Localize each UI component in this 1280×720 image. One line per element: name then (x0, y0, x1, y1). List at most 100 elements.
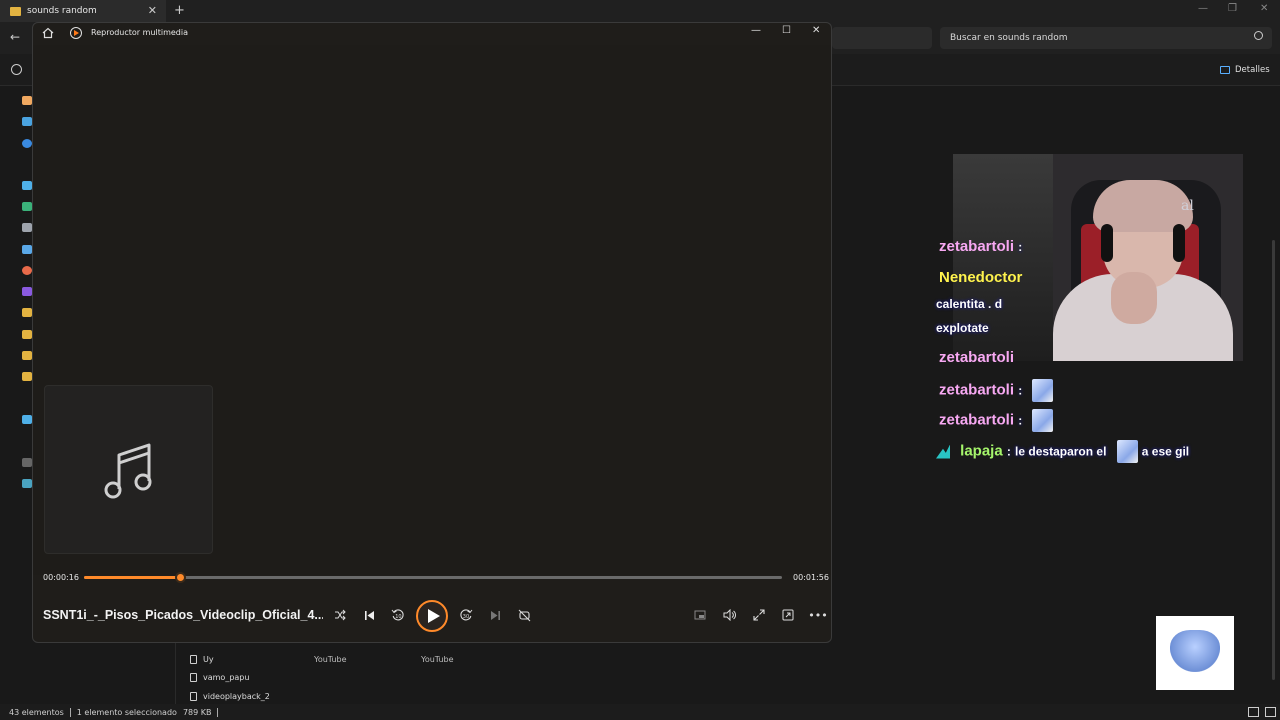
folder-icon[interactable] (22, 372, 32, 381)
documents-icon[interactable] (22, 223, 32, 232)
chat-username: lapaja (960, 442, 1003, 460)
close-tab-icon[interactable]: ✕ (148, 4, 157, 17)
file-icon (190, 672, 197, 682)
restore-icon[interactable]: ❐ (1228, 3, 1237, 14)
cast-icon[interactable] (779, 606, 797, 624)
pictures-icon[interactable] (22, 245, 32, 254)
tiles-view-icon[interactable] (1265, 707, 1276, 717)
app-title: Reproductor multimedia (91, 28, 188, 37)
explorer-tab-title: sounds random (27, 6, 97, 16)
folder-icon[interactable] (22, 308, 32, 317)
selection-size: 789 KB (182, 707, 212, 717)
folder-icon[interactable] (22, 351, 32, 360)
repeat-off-icon[interactable] (515, 606, 533, 624)
vertical-scrollbar[interactable] (1272, 240, 1275, 680)
home-icon[interactable] (22, 96, 32, 105)
album-art-placeholder (44, 385, 213, 554)
new-tab-button[interactable]: + (174, 3, 185, 18)
list-item[interactable]: videoplayback_2 (190, 687, 270, 705)
address-path[interactable] (832, 27, 932, 49)
home-icon[interactable] (42, 27, 54, 39)
chat-text: a ese gil (1141, 444, 1190, 459)
previous-icon[interactable] (360, 606, 378, 624)
next-icon[interactable] (486, 606, 504, 624)
file-icon (190, 654, 197, 664)
miniplayer-icon[interactable] (691, 606, 709, 624)
chat-emote (1116, 440, 1138, 463)
music-icon[interactable] (22, 266, 32, 275)
media-player-window: Reproductor multimedia — ☐ ✕ 00:00:16 00… (32, 22, 832, 643)
list-item[interactable]: vamo_papu (190, 668, 249, 686)
maximize-icon[interactable]: ☐ (782, 25, 791, 36)
chat-message: zetabartoli : (939, 409, 1054, 432)
minimize-icon[interactable]: — (751, 25, 761, 36)
selection-info: 1 elemento seleccionado (76, 707, 177, 717)
folder-icon[interactable] (22, 330, 32, 339)
onedrive-icon[interactable] (22, 139, 32, 148)
more-icon[interactable]: ••• (808, 606, 827, 624)
explorer-tab-bar: sounds random ✕ + — ❐ ✕ (0, 0, 1280, 22)
chat-badge-icon (936, 444, 950, 459)
details-button[interactable]: Detalles (1220, 65, 1270, 75)
this-pc-icon[interactable] (22, 415, 32, 424)
details-pane-icon (1220, 66, 1230, 74)
chat-username: zetabartoli (939, 238, 1015, 255)
file-name: vamo_papu (203, 672, 250, 682)
search-icon[interactable] (1254, 31, 1263, 40)
svg-text:10: 10 (395, 614, 401, 620)
total-time: 00:01:56 (793, 573, 829, 582)
close-window-icon[interactable]: ✕ (1260, 3, 1268, 14)
downloads-icon[interactable] (22, 202, 32, 211)
folder-icon (10, 6, 21, 16)
rewind-10-icon[interactable]: 10 (389, 606, 407, 624)
search-placeholder: Buscar en sounds random (950, 33, 1068, 43)
shuffle-icon[interactable] (331, 606, 349, 624)
webcam-overlay: al (953, 154, 1243, 361)
chair-logo: al (1181, 198, 1194, 214)
forward-30-icon[interactable]: 30 (457, 606, 475, 624)
svg-text:30: 30 (463, 614, 469, 620)
chat-message: zetabartoli : (939, 238, 1023, 255)
chat-message: zetabartoli : (939, 379, 1054, 402)
network-icon[interactable] (22, 479, 32, 488)
file-column-3: YouTube (421, 654, 454, 664)
seek-bar-thumb[interactable] (175, 572, 187, 583)
back-arrow-icon[interactable]: ← (10, 30, 20, 44)
chat-text: calentita . d (936, 297, 1003, 311)
chat-message: explotate (936, 319, 989, 336)
status-bar: 43 elementos 1 elemento seleccionado 789… (0, 704, 1280, 720)
drive-icon[interactable] (22, 458, 32, 467)
minimize-icon[interactable]: — (1198, 3, 1208, 14)
volume-icon[interactable] (720, 606, 738, 624)
videos-icon[interactable] (22, 287, 32, 296)
file-name: videoplayback_2 (203, 691, 270, 701)
chat-username: zetabartoli (939, 349, 1015, 366)
play-button[interactable] (416, 600, 448, 632)
item-count: 43 elementos (9, 707, 64, 717)
seek-bar[interactable] (84, 572, 782, 583)
close-icon[interactable]: ✕ (812, 25, 820, 36)
chat-text: explotate (936, 321, 989, 335)
gallery-icon[interactable] (22, 117, 32, 126)
music-note-icon (104, 443, 152, 499)
list-item[interactable]: Uy YouTube YouTube (190, 650, 454, 668)
track-title: SSNT1i_-_Pisos_Picados_Videoclip_Oficial… (43, 608, 323, 622)
chat-username: Nenedoctor (939, 269, 1023, 286)
explorer-tab[interactable]: sounds random ✕ (0, 0, 166, 22)
chat-text: le destaparon el (1015, 444, 1107, 459)
search-input[interactable]: Buscar en sounds random (940, 27, 1272, 49)
details-view-icon[interactable] (1248, 707, 1259, 717)
details-label: Detalles (1235, 65, 1270, 75)
seek-bar-progress (84, 576, 181, 579)
new-item-icon[interactable] (11, 64, 22, 75)
chat-username: zetabartoli (939, 411, 1015, 429)
file-name: Uy (203, 654, 214, 664)
player-title-bar: Reproductor multimedia — ☐ ✕ (33, 23, 831, 45)
chat-message: calentita . d (936, 295, 1002, 312)
chat-username: zetabartoli (939, 381, 1015, 399)
fullscreen-icon[interactable] (750, 606, 768, 624)
chat-emote (1032, 379, 1054, 402)
chat-message: zetabartoli (939, 349, 1014, 366)
desktop-folder-icon[interactable] (22, 181, 32, 190)
desktop: sounds random ✕ + — ❐ ✕ ← Buscar en soun… (0, 0, 1280, 720)
